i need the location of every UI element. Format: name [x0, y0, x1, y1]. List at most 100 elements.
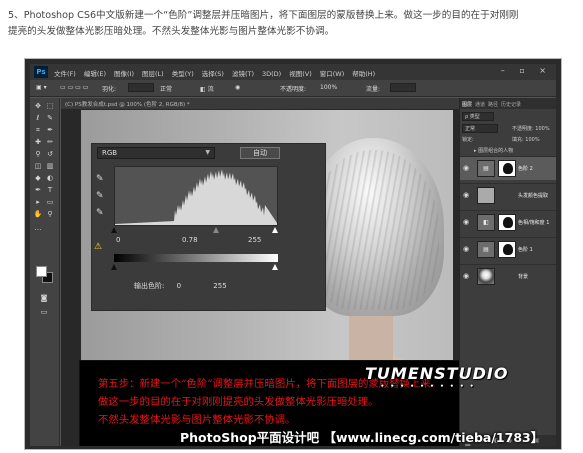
foreground-color-swatch[interactable] [36, 266, 47, 277]
flow-input[interactable] [390, 83, 416, 92]
visibility-eye-icon[interactable]: ◉ [463, 191, 469, 199]
quick-select-tool-icon[interactable]: ✎ [45, 114, 55, 123]
output-white-value[interactable]: 255 [213, 282, 226, 290]
input-gamma-value[interactable]: 0.78 [182, 236, 198, 244]
menu-item[interactable]: 3D(D) [262, 70, 281, 78]
hand-tool-icon[interactable]: ✋ [33, 210, 43, 219]
output-black-value[interactable]: 0 [177, 282, 181, 290]
layer-name: 色阶 1 [518, 247, 533, 253]
layer-mask-thumbnail[interactable] [498, 241, 516, 258]
blur-tool-icon[interactable]: ◆ [33, 174, 43, 183]
opacity-value[interactable]: 100% [320, 84, 337, 91]
menu-item[interactable]: 编辑(E) [84, 70, 106, 78]
anti-alias-checkbox-icon[interactable]: ◧ 流 [200, 84, 214, 93]
visibility-eye-icon[interactable]: ◉ [463, 272, 469, 280]
healing-tool-icon[interactable]: ✚ [33, 138, 43, 147]
black-eyedropper-icon[interactable]: ✎ [96, 174, 104, 184]
layer-row[interactable]: ◉ 背景 [460, 264, 556, 288]
shape-tool-icon[interactable]: ▭ [45, 198, 55, 207]
stamp-tool-icon[interactable]: ⚲ [33, 150, 43, 159]
layer-thumbnail: ◧ [477, 214, 495, 231]
logo-dots: • • • • • • • • • • [380, 383, 476, 390]
channel-select[interactable]: RGB ▼ [97, 147, 215, 159]
layer-group-row[interactable]: ▸ 图层组合的人物 [474, 147, 513, 154]
layer-fill[interactable]: 填充: 100% [512, 136, 540, 143]
visibility-eye-icon[interactable]: ◉ [463, 164, 469, 172]
layer-thumbnail [477, 268, 495, 285]
input-white-value[interactable]: 255 [248, 236, 261, 244]
opacity-label: 不透明度: [280, 86, 307, 93]
layer-mask-thumbnail[interactable] [498, 160, 516, 177]
output-gradient [114, 254, 278, 262]
layers-tab[interactable]: 图层 [462, 102, 472, 108]
layer-row[interactable]: ◉ ▤ 色阶 1 [460, 237, 556, 261]
layer-thumbnail [477, 187, 495, 204]
marquee-tool-icon[interactable]: ⬚ [45, 102, 55, 111]
move-tool-icon[interactable]: ✥ [33, 102, 43, 111]
layers-tab[interactable]: 通道 [475, 102, 485, 108]
layer-row[interactable]: ◉ ▤ 色阶 2 [460, 156, 556, 180]
blend-mode-select[interactable]: 正常 [462, 124, 498, 133]
layer-opacity[interactable]: 不透明度: 100% [512, 125, 550, 132]
layers-tab[interactable]: 历史记录 [501, 102, 521, 108]
gradient-tool-icon[interactable]: ▥ [45, 162, 55, 171]
window-controls[interactable]: – ▫ × [501, 66, 552, 75]
more-tools-icon[interactable]: … [33, 224, 43, 233]
layer-name: 头发颜色提取 [518, 193, 549, 199]
layer-row[interactable]: ◉ 头发颜色提取 [460, 183, 556, 207]
input-levels-slider[interactable] [111, 227, 278, 234]
menu-item[interactable]: 文件(F) [54, 70, 76, 78]
type-tool-icon[interactable]: T [45, 186, 55, 195]
style-select[interactable]: 正常 [160, 84, 172, 93]
lasso-tool-icon[interactable]: ℓ [33, 114, 43, 123]
menu-item[interactable]: 滤镜(T) [232, 70, 254, 78]
layers-tab[interactable]: 路径 [488, 102, 498, 108]
layer-kind-filter[interactable]: ρ 类型 [462, 112, 494, 121]
history-brush-icon[interactable]: ↺ [45, 150, 55, 159]
airbrush-icon[interactable]: ◉ [235, 84, 240, 91]
gray-eyedropper-icon[interactable]: ✎ [96, 191, 104, 201]
white-eyedropper-icon[interactable]: ✎ [96, 208, 104, 218]
input-black-value[interactable]: 0 [116, 236, 120, 244]
eraser-tool-icon[interactable]: ◫ [33, 162, 43, 171]
screen-mode-icon[interactable]: ▭ [39, 308, 49, 317]
selection-mode-icons[interactable]: ▭ ▭ ▭ ▭ [60, 84, 88, 91]
output-levels-slider[interactable] [111, 264, 278, 271]
feather-input[interactable] [128, 83, 154, 92]
brush-tool-icon[interactable]: ✏ [45, 138, 55, 147]
menu-item[interactable]: 帮助(H) [352, 70, 375, 78]
watermark-text: PhotoShop平面设计吧 【www.linecg.com/tieba/178… [180, 430, 544, 445]
eyedropper-tool-icon[interactable]: ✒ [45, 126, 55, 135]
menu-item[interactable]: 图层(L) [142, 70, 164, 78]
menu-item[interactable]: 视图(V) [289, 70, 312, 78]
input-gamma-handle[interactable] [213, 227, 219, 233]
histogram-graph [115, 169, 277, 225]
dodge-tool-icon[interactable]: ◐ [45, 174, 55, 183]
layer-name: 色相/饱和度 1 [518, 220, 550, 226]
menu-item[interactable]: 图像(I) [114, 70, 134, 78]
input-black-handle[interactable] [111, 227, 117, 233]
layer-row[interactable]: ◉ ◧ 色相/饱和度 1 [460, 210, 556, 234]
tumenstudio-logo: TUMENSTUDIO • • • • • • • • • • [365, 364, 507, 414]
photoshop-logo: Ps [34, 66, 48, 78]
visibility-eye-icon[interactable]: ◉ [463, 218, 469, 226]
output-black-handle[interactable] [111, 264, 117, 270]
flow-label: 流量: [366, 86, 381, 93]
quick-mask-icon[interactable]: ◙ [39, 294, 49, 303]
menu-item[interactable]: 类型(Y) [172, 70, 194, 78]
menu-item[interactable]: 选择(S) [202, 70, 224, 78]
input-white-handle[interactable] [272, 227, 278, 233]
document-tab[interactable]: (C) PS教发合成t.psd @ 100% (色阶 2, RGB/8) * [61, 98, 459, 109]
menu-item[interactable]: 窗口(W) [320, 70, 345, 78]
brush-tool-icon[interactable]: ▣ ▾ [36, 84, 47, 91]
intro-line-1: 5、Photoshop CS6中文版新建一个“色阶”调整层并压暗图片，将下面图层… [8, 10, 519, 21]
crop-tool-icon[interactable]: ⌗ [33, 126, 43, 135]
visibility-eye-icon[interactable]: ◉ [463, 245, 469, 253]
output-white-handle[interactable] [272, 264, 278, 270]
zoom-tool-icon[interactable]: ⚲ [45, 210, 55, 219]
pen-tool-icon[interactable]: ✒ [33, 186, 43, 195]
layer-mask-thumbnail[interactable] [498, 214, 516, 231]
path-select-tool-icon[interactable]: ▸ [33, 198, 43, 207]
auto-button[interactable]: 自动 [240, 147, 280, 159]
histogram-shape [115, 169, 277, 225]
